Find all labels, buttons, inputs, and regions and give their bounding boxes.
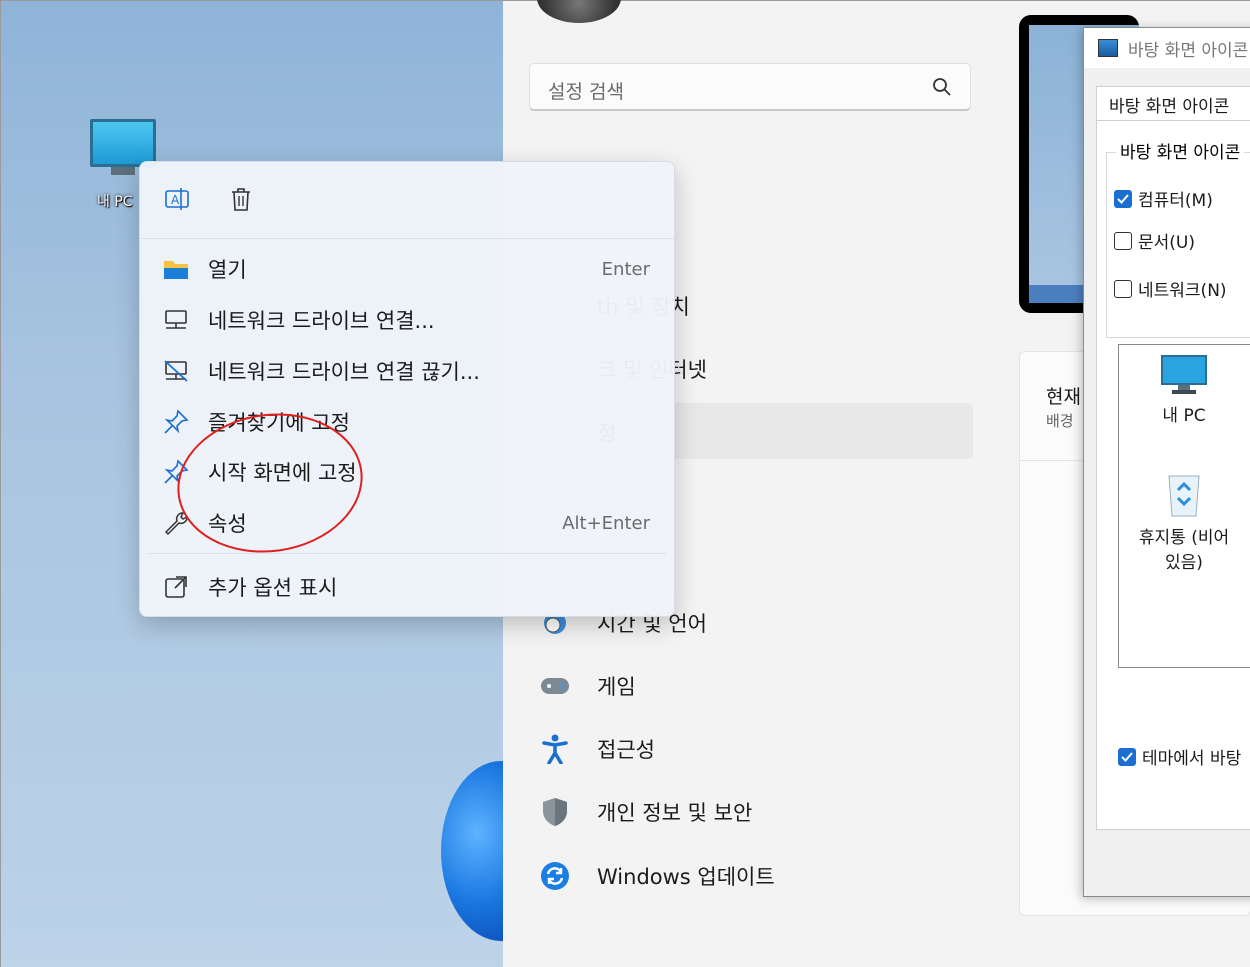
shield-icon bbox=[539, 796, 571, 828]
network-drive-icon bbox=[160, 304, 192, 336]
menu-item-disconnect-network-drive[interactable]: 네트워크 드라이브 연결 끊기... bbox=[140, 346, 674, 396]
search-placeholder: 설정 검색 bbox=[548, 81, 624, 103]
wallpaper-bloom bbox=[441, 761, 503, 941]
icon-this-pc[interactable]: 내 PC bbox=[1144, 354, 1224, 426]
icon-recycle-bin[interactable]: 휴지통 (비어 있음) bbox=[1124, 470, 1244, 573]
dialog-title-bar[interactable]: 바탕 화면 아이콘 bbox=[1084, 28, 1250, 68]
checkbox-theme[interactable]: 테마에서 바탕 bbox=[1118, 744, 1241, 769]
menu-item-map-network-drive[interactable]: 네트워크 드라이브 연결... bbox=[140, 295, 674, 345]
card-title: 현재 bbox=[1046, 386, 1081, 408]
checkbox-checked-icon bbox=[1114, 189, 1132, 208]
update-icon bbox=[539, 860, 571, 892]
avatar bbox=[537, 0, 621, 23]
nav-item-windows-update[interactable]: Windows 업데이트 bbox=[539, 856, 775, 896]
gaming-icon bbox=[539, 670, 571, 702]
nav-item-gaming[interactable]: 게임 bbox=[539, 666, 636, 706]
context-menu: A 열기 Enter 네트워크 드라이브 연결... 네트워크 드라이브 연결 … bbox=[139, 161, 675, 617]
menu-item-open[interactable]: 열기 Enter bbox=[140, 244, 674, 294]
trash-icon[interactable] bbox=[226, 184, 256, 214]
pin-icon bbox=[160, 406, 192, 438]
monitor-icon bbox=[1161, 355, 1207, 394]
search-input[interactable]: 설정 검색 bbox=[529, 63, 971, 111]
checkbox-checked-icon bbox=[1118, 747, 1136, 766]
disconnect-drive-icon bbox=[160, 355, 192, 387]
desktop-icon-settings-dialog: 바탕 화면 아이콘 바탕 화면 아이콘 바탕 화면 아이콘 컴퓨터(M) 문서(… bbox=[1083, 27, 1250, 897]
recycle-bin-icon bbox=[1168, 475, 1200, 517]
search-icon bbox=[933, 78, 951, 96]
more-options-icon bbox=[160, 571, 192, 603]
svg-text:A: A bbox=[171, 193, 180, 207]
dialog-title: 바탕 화면 아이콘 bbox=[1128, 40, 1249, 61]
checkbox-network[interactable]: 네트워크(N) bbox=[1114, 276, 1227, 301]
tab-desktop-icons[interactable]: 바탕 화면 아이콘 bbox=[1096, 86, 1250, 120]
shortcut-label: Enter bbox=[601, 258, 650, 280]
folder-icon bbox=[160, 253, 192, 285]
group-title: 바탕 화면 아이콘 bbox=[1116, 138, 1245, 163]
monitor-icon bbox=[90, 119, 156, 167]
shortcut-label: Alt+Enter bbox=[562, 512, 650, 534]
checkbox-unchecked-icon bbox=[1114, 231, 1132, 250]
rename-icon[interactable]: A bbox=[162, 184, 192, 214]
accessibility-icon bbox=[539, 733, 571, 765]
card-subtitle: 배경 bbox=[1046, 412, 1074, 430]
checkbox-computer[interactable]: 컴퓨터(M) bbox=[1114, 186, 1213, 211]
checkbox-unchecked-icon bbox=[1114, 279, 1132, 298]
context-menu-toolbar: A bbox=[140, 162, 674, 238]
dialog-app-icon bbox=[1098, 39, 1118, 57]
nav-item-privacy[interactable]: 개인 정보 및 보안 bbox=[539, 792, 752, 832]
checkbox-documents[interactable]: 문서(U) bbox=[1114, 228, 1195, 253]
nav-item-accessibility[interactable]: 접근성 bbox=[539, 729, 655, 769]
menu-item-show-more-options[interactable]: 추가 옵션 표시 bbox=[140, 562, 674, 612]
